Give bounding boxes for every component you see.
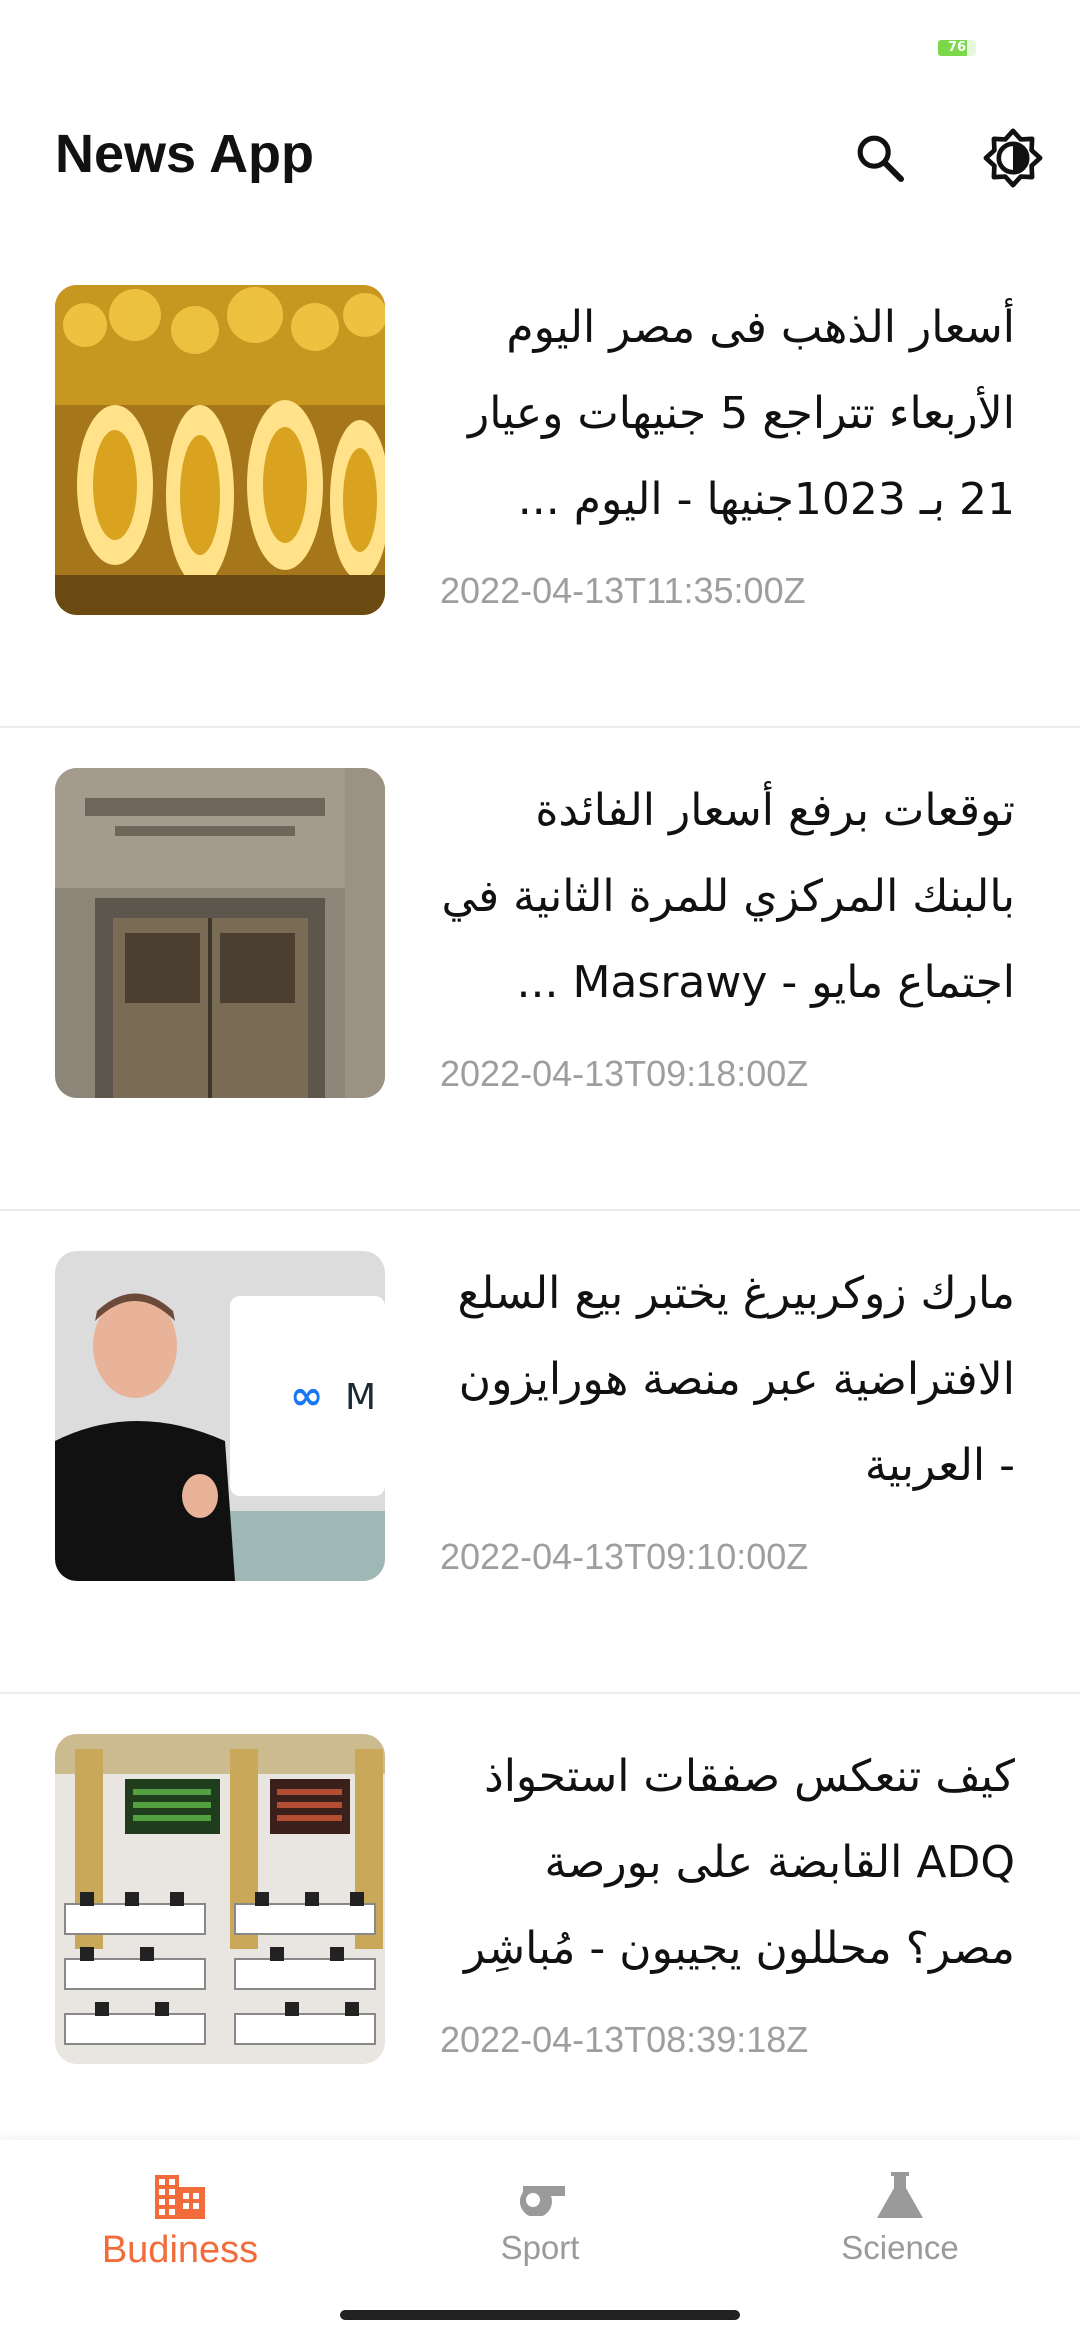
nav-item-sport[interactable]: Sport [360, 2165, 720, 2285]
brightness-icon [983, 128, 1043, 188]
article-title: توقعات برفع أسعار الفائدة بالبنك المركزي… [441, 785, 1015, 1008]
business-building-icon [150, 2165, 210, 2225]
article-thumbnail [55, 1734, 385, 2064]
article-timestamp: 2022-04-13T09:10:00Z [440, 1536, 809, 1577]
status-bar: 76 [0, 0, 1080, 100]
article-thumbnail: ∞ M [55, 1251, 385, 1581]
article-card[interactable]: أسعار الذهب فى مصر اليوم الأربعاء تتراجع… [0, 245, 1080, 728]
article-title: أسعار الذهب فى مصر اليوم الأربعاء تتراجع… [467, 302, 1015, 525]
nav-item-business[interactable]: Budiness [0, 2165, 360, 2285]
news-feed: أسعار الذهب فى مصر اليوم الأربعاء تتراجع… [0, 245, 1080, 2177]
app-title: News App [55, 124, 315, 184]
nav-label-science: Science [841, 2229, 959, 2266]
article-thumbnail [55, 768, 385, 1098]
article-card[interactable]: ∞ M مارك زوكربيرغ يختبر بيع السلع الافتر… [0, 1211, 1080, 1694]
nav-label-business: Budiness [101, 2229, 259, 2271]
article-timestamp: 2022-04-13T11:35:00Z [440, 570, 806, 611]
article-card[interactable]: كيف تنعكس صفقات استحواذ ADQ القابضة على … [0, 1694, 1080, 2177]
svg-text:M: M [345, 1377, 376, 1418]
app-bar: News App [0, 100, 1080, 210]
article-title: مارك زوكربيرغ يختبر بيع السلع الافتراضية… [457, 1268, 1016, 1491]
article-timestamp: 2022-04-13T09:18:00Z [440, 1053, 809, 1094]
search-button[interactable] [840, 118, 920, 198]
article-title: كيف تنعكس صفقات استحواذ ADQ القابضة على … [464, 1751, 1015, 1974]
nav-item-science[interactable]: Science [720, 2165, 1080, 2285]
nav-label-sport: Sport [500, 2229, 580, 2266]
article-thumbnail [55, 285, 385, 615]
theme-toggle-button[interactable] [973, 118, 1053, 198]
battery-icon: 76 [938, 40, 976, 56]
flask-icon [870, 2165, 930, 2225]
battery-level: 76 [947, 40, 967, 55]
home-indicator[interactable] [340, 2310, 740, 2320]
whistle-icon [510, 2165, 570, 2225]
article-timestamp: 2022-04-13T08:39:18Z [440, 2019, 809, 2060]
svg-text:∞: ∞ [290, 1373, 323, 1419]
search-icon [857, 135, 905, 183]
article-card[interactable]: توقعات برفع أسعار الفائدة بالبنك المركزي… [0, 728, 1080, 1211]
